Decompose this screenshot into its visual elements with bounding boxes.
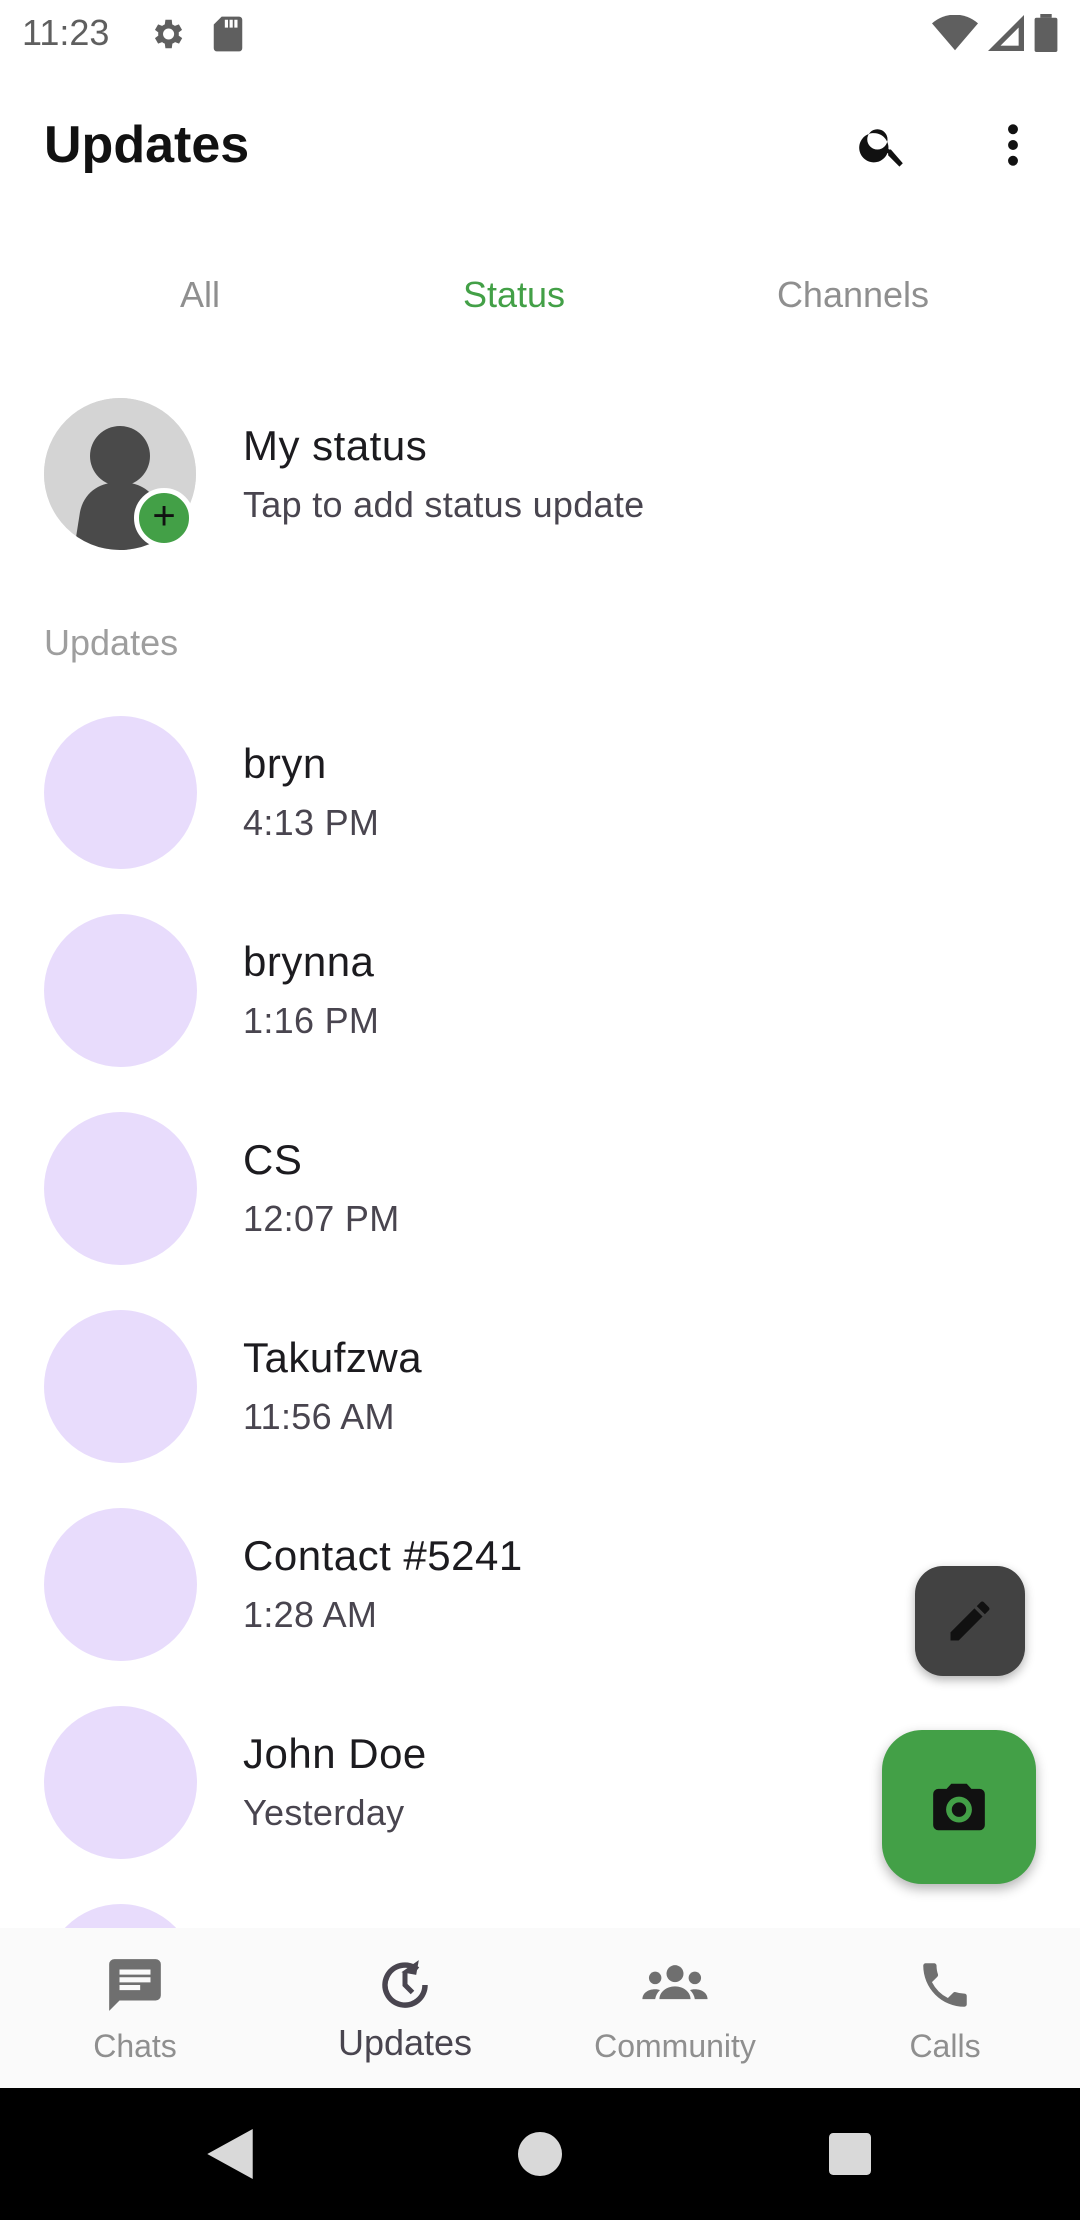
status-time: 12:07 PM <box>243 1198 400 1239</box>
avatar <box>44 1508 197 1661</box>
avatar <box>44 914 197 1067</box>
pencil-icon <box>950 1601 990 1641</box>
avatar <box>44 1706 197 1859</box>
recents-square-icon <box>829 2133 871 2175</box>
avatar <box>44 716 197 869</box>
bottom-navigation: Chats Updates Community Calls <box>0 1928 1080 2088</box>
status-time: Yesterday <box>243 1792 405 1833</box>
more-vert-icon <box>1008 124 1018 166</box>
section-label-updates: Updates <box>44 622 179 663</box>
recents-button[interactable] <box>820 2124 880 2184</box>
camera-icon <box>933 1783 985 1831</box>
contact-name: John Doe <box>243 1730 427 1777</box>
battery-icon <box>1034 14 1058 52</box>
back-button[interactable] <box>200 2124 260 2184</box>
contact-name: bryn <box>243 740 327 787</box>
status-time: 11:23 <box>22 12 110 53</box>
nav-label: Calls <box>909 2028 981 2064</box>
search-icon <box>859 129 903 167</box>
search-button[interactable] <box>850 112 916 178</box>
contact-name: Takufzwa <box>243 1334 423 1381</box>
edit-text-status-button[interactable] <box>915 1566 1025 1676</box>
contact-name: Contact #5241 <box>243 1532 523 1579</box>
add-status-badge[interactable]: + <box>134 488 194 548</box>
page-title: Updates <box>44 116 250 174</box>
my-status-row[interactable]: + My status Tap to add status update <box>0 396 1080 556</box>
chat-icon <box>109 1959 161 2011</box>
community-icon <box>642 1965 708 2000</box>
tab-bar: All Status Channels <box>0 256 1080 336</box>
status-time: 11:56 AM <box>243 1396 395 1437</box>
list-item[interactable]: bryn 4:13 PM <box>0 716 1080 914</box>
tab-channels[interactable]: Channels <box>693 274 1013 316</box>
nav-label: Updates <box>337 2022 473 2063</box>
cell-signal-icon <box>988 15 1024 51</box>
list-item[interactable]: Takufzwa 11:56 AM <box>0 1310 1080 1508</box>
tab-all[interactable]: All <box>40 274 360 316</box>
status-time: 1:28 AM <box>243 1594 378 1635</box>
avatar <box>44 1112 197 1265</box>
list-item[interactable]: CS 12:07 PM <box>0 1112 1080 1310</box>
status-time: 4:13 PM <box>243 802 380 843</box>
home-button[interactable] <box>510 2124 570 2184</box>
settings-gear-icon <box>154 19 183 49</box>
back-triangle-icon <box>207 2129 253 2179</box>
nav-label: Chats <box>93 2028 177 2064</box>
contact-name: brynna <box>243 938 375 985</box>
avatar <box>44 1904 197 1928</box>
more-options-button[interactable] <box>980 112 1046 178</box>
list-item-partial[interactable] <box>0 1904 1080 1928</box>
system-navigation-bar <box>0 2088 1080 2220</box>
status-bar: 11:23 <box>0 0 1080 66</box>
my-status-subtitle: Tap to add status update <box>243 484 645 525</box>
my-status-title: My status <box>243 422 428 469</box>
wifi-icon <box>932 15 978 51</box>
nav-item-calls[interactable]: Calls <box>810 1928 1080 2088</box>
home-circle-icon <box>518 2132 562 2176</box>
list-item[interactable]: brynna 1:16 PM <box>0 914 1080 1112</box>
nav-item-updates[interactable]: Updates <box>270 1928 540 2088</box>
nav-item-community[interactable]: Community <box>540 1928 810 2088</box>
avatar <box>44 1310 197 1463</box>
contact-name: CS <box>243 1136 303 1183</box>
sd-card-icon <box>213 16 243 52</box>
nav-label: Community <box>594 2028 756 2064</box>
app-bar: Updates <box>0 90 1080 200</box>
status-time: 1:16 PM <box>243 1000 380 1041</box>
updates-icon <box>382 1960 428 2008</box>
tab-status[interactable]: Status <box>354 274 674 316</box>
camera-status-button[interactable] <box>882 1730 1036 1884</box>
phone-icon <box>923 1963 967 2007</box>
nav-item-chats[interactable]: Chats <box>0 1928 270 2088</box>
